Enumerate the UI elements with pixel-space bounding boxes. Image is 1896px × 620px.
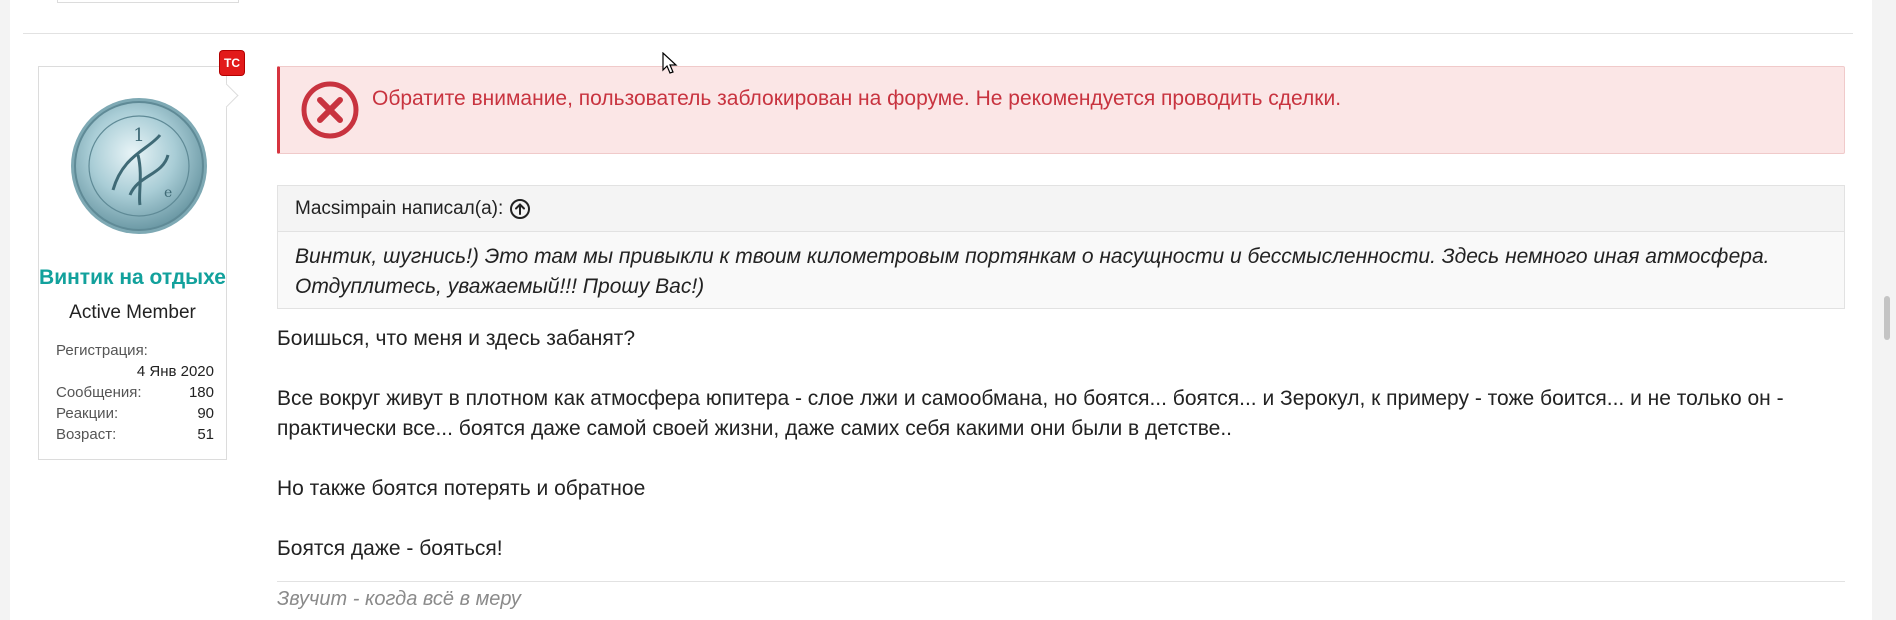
svg-text:1: 1 (133, 125, 144, 146)
svg-text:e: e (164, 185, 172, 201)
quote-block: Macsimpain написал(а): Винтик, шугнись!)… (277, 185, 1845, 309)
post-divider (23, 33, 1853, 34)
page-scrollbar[interactable] (1872, 0, 1896, 620)
scrollbar-thumb[interactable] (1884, 296, 1890, 340)
topic-starter-badge: ТС (220, 51, 244, 75)
mouse-cursor-icon (662, 52, 678, 74)
user-avatar[interactable]: 1 e (68, 95, 210, 237)
message-paragraph: Боятся даже - бояться! (277, 537, 503, 560)
messages-value: 180 (188, 384, 214, 401)
message-paragraph: Все вокруг живут в плотном как атмосфера… (277, 387, 1784, 440)
thread-page: ТС 1 e Винтик на отдыхе Active Member Ре… (10, 0, 1872, 620)
age-label: Возраст: (56, 426, 117, 443)
reactions-label: Реакции: (56, 405, 119, 422)
messages-row: Сообщения: 180 (56, 382, 214, 403)
alert-text: Обратите внимание, пользователь заблокир… (372, 87, 1342, 110)
banned-user-alert: Обратите внимание, пользователь заблокир… (277, 66, 1845, 154)
quote-header: Macsimpain написал(а): (278, 186, 1844, 232)
signature-divider (277, 581, 1845, 582)
user-stats: Регистрация: 4 Янв 2020 Сообщения: 180 Р… (56, 340, 214, 445)
user-title: Active Member (69, 302, 196, 323)
message-paragraph: Но также боятся потерять и обратное (277, 477, 646, 500)
age-row: Возраст: 51 (56, 424, 214, 445)
previous-post-stub (57, 0, 239, 3)
quote-text: Винтик, шугнись!) Это там мы привыкли к … (295, 245, 1770, 298)
username-link[interactable]: Винтик на отдыхе (38, 266, 227, 290)
age-value: 51 (197, 426, 214, 443)
reactions-row: Реакции: 90 (56, 403, 214, 424)
error-x-circle-icon (301, 81, 359, 139)
messages-label: Сообщения: (56, 384, 142, 401)
signature-text: Звучит - когда всё в меру (277, 588, 521, 610)
reactions-value: 90 (197, 405, 214, 422)
registration-value: 4 Янв 2020 (136, 363, 214, 380)
quote-author[interactable]: Macsimpain написал(а): (295, 186, 503, 231)
message-body: Боишься, что меня и здесь забанят? Все в… (277, 324, 1845, 594)
arrow-up-circle-icon[interactable] (509, 198, 531, 220)
message-paragraph: Боишься, что меня и здесь забанят? (277, 327, 636, 350)
registration-label: Регистрация: (56, 342, 148, 359)
coin-avatar-icon: 1 e (71, 98, 207, 234)
